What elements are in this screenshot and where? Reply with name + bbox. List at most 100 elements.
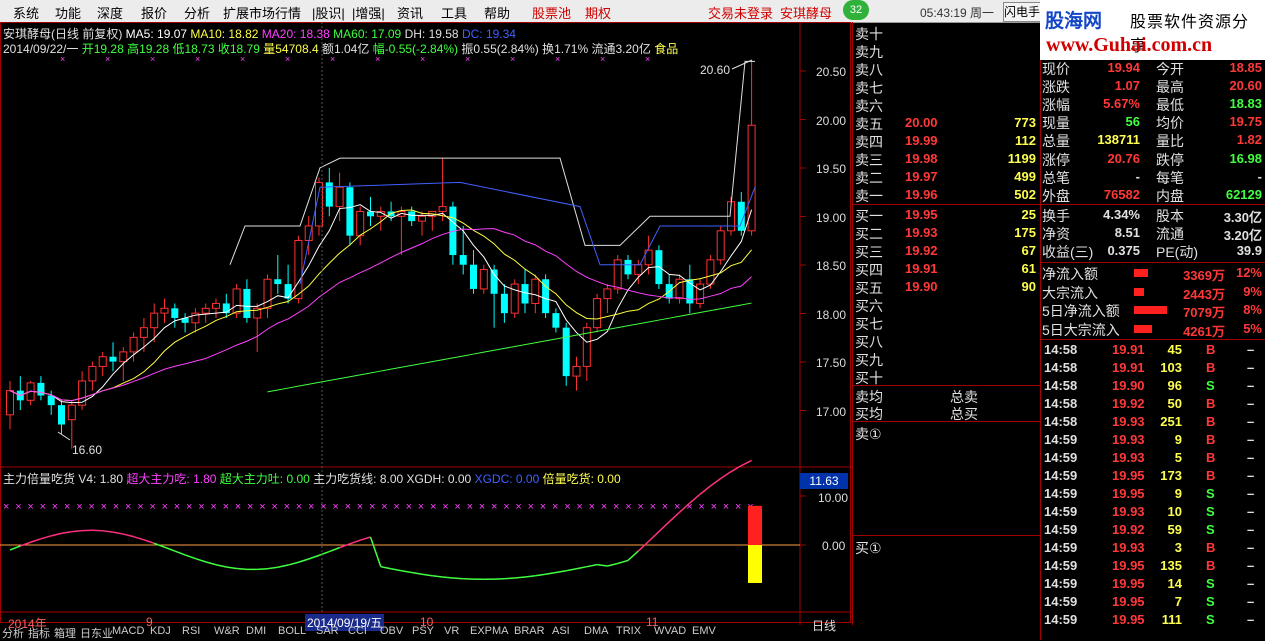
orderbook-level: 卖四	[855, 132, 883, 152]
bottom-tab[interactable]: DMA	[584, 625, 608, 639]
orderbook-row[interactable]: 买八	[855, 332, 1040, 350]
orderbook-row[interactable]: 卖五20.00773	[855, 114, 1040, 132]
stat-row: 收益(三)0.375PE(动)39.9	[1042, 242, 1265, 260]
menu-item-7[interactable]: |增强|	[352, 3, 385, 22]
stats-separator	[1040, 262, 1265, 263]
bottom-tab[interactable]: VR	[444, 625, 459, 639]
stat-row: 现价19.94今开18.85	[1042, 59, 1265, 77]
main-eat-marker: ×	[454, 501, 460, 513]
bottom-tab[interactable]: SAR	[316, 625, 339, 639]
menu-item-1[interactable]: 功能	[55, 3, 81, 22]
tick-side: B	[1206, 360, 1215, 375]
oscillator-line	[216, 565, 226, 567]
stat-label: 股本	[1156, 206, 1184, 226]
oscillator-line	[237, 569, 247, 570]
orderbook-row[interactable]: 卖二19.97499	[855, 168, 1040, 186]
flow-bar	[1134, 269, 1148, 277]
tick-row: 14:5919.95111S–	[1042, 611, 1265, 629]
tick-time: 14:59	[1044, 594, 1077, 609]
tick-dash: –	[1247, 378, 1254, 393]
candle-body	[357, 211, 364, 235]
menu-item-6[interactable]: |股识|	[312, 3, 345, 22]
bottom-tab[interactable]: OBV	[380, 625, 403, 639]
bottom-tab[interactable]: DMI	[246, 625, 266, 639]
menu-item-9[interactable]: 工具	[441, 3, 467, 22]
orderbook-row[interactable]: 买三19.9267	[855, 242, 1040, 260]
orderbook-row[interactable]: 卖七	[855, 78, 1040, 96]
candle-body	[604, 289, 611, 299]
orderbook-row[interactable]: 买二19.93175	[855, 224, 1040, 242]
menu-item-2[interactable]: 深度	[97, 3, 123, 22]
ohlc-turnover: 换1.71%	[542, 42, 588, 56]
menu-item-3[interactable]: 报价	[141, 3, 167, 22]
stat-label: 涨幅	[1042, 95, 1070, 115]
stat-row: 涨幅5.67%最低18.83	[1042, 95, 1265, 113]
orderbook-row[interactable]: 卖十	[855, 24, 1040, 42]
menu-item-4[interactable]: 分析	[184, 3, 210, 22]
ma5-line	[10, 205, 752, 403]
bottom-tab[interactable]: WVAD	[654, 625, 686, 639]
period-label[interactable]: 日线	[812, 617, 836, 634]
tick-price: 19.95	[1112, 612, 1145, 627]
menu-item-0[interactable]: 系统	[13, 3, 39, 22]
bottom-tab[interactable]: BOLL	[278, 625, 306, 639]
tick-side: S	[1206, 522, 1215, 537]
stat-value: 1.07	[1115, 78, 1140, 93]
bottom-tab[interactable]: PSY	[412, 625, 434, 639]
menu-highlight-1[interactable]: 期权	[585, 3, 611, 22]
orderbook-row[interactable]: 卖六	[855, 96, 1040, 114]
orderbook-row[interactable]: 买六	[855, 296, 1040, 314]
orderbook-row[interactable]: 买一19.9525	[855, 206, 1040, 224]
bottom-tab[interactable]: 箱理	[54, 625, 76, 639]
bottom-tab[interactable]: ASI	[552, 625, 570, 639]
orderbook-row[interactable]: 买四19.9161	[855, 260, 1040, 278]
orderbook-row[interactable]: 买十	[855, 368, 1040, 386]
bottom-tab[interactable]: W&R	[214, 625, 240, 639]
menu-item-10[interactable]: 帮助	[484, 3, 510, 22]
menu-stock-name[interactable]: 安琪酵母	[780, 3, 832, 22]
oscillator-line	[515, 577, 525, 578]
bottom-tab[interactable]: 指标	[28, 625, 50, 639]
bottom-tab[interactable]: EXPMA	[470, 625, 509, 639]
login-status[interactable]: 交易未登录	[708, 3, 773, 22]
kline-chart[interactable]: ××××××××××××××××××××××××××××××××××××××××…	[0, 22, 852, 625]
tick-time: 14:59	[1044, 522, 1077, 537]
orderbook-price: 19.98	[905, 151, 938, 166]
orderbook-row[interactable]: 卖四19.99112	[855, 132, 1040, 150]
main-eat-marker: ×	[3, 501, 9, 513]
bottom-tab[interactable]: EMV	[692, 625, 716, 639]
orderbook-row[interactable]: 买五19.9090	[855, 278, 1040, 296]
orderbook-row[interactable]: 买七	[855, 314, 1040, 332]
sell-queue-label[interactable]: 卖①	[855, 424, 882, 444]
tick-time: 14:59	[1044, 468, 1077, 483]
bottom-tab[interactable]: RSI	[182, 625, 200, 639]
bottom-tab[interactable]: 分析	[2, 625, 24, 639]
orderbook-row[interactable]: 卖一19.96502	[855, 186, 1040, 204]
bottom-tab[interactable]: 日东业	[80, 625, 113, 639]
menu-item-5[interactable]: 扩展市场行情	[223, 3, 301, 22]
stat-label: 现量	[1042, 113, 1070, 133]
flash-trade-button[interactable]: 闪电手	[1003, 2, 1041, 22]
orderbook-row[interactable]: 卖三19.981199	[855, 150, 1040, 168]
bottom-tab[interactable]: BRAR	[514, 625, 545, 639]
bottom-tab[interactable]: CCI	[348, 625, 367, 639]
orderbook-row[interactable]: 买九	[855, 350, 1040, 368]
tick-side: B	[1206, 450, 1215, 465]
ma-legend-item: MA20: 18.38	[262, 27, 333, 41]
stat-label: 涨停	[1042, 150, 1070, 170]
bottom-tab[interactable]: MACD	[112, 625, 144, 639]
main-eat-marker: ×	[15, 501, 21, 513]
bottom-tab[interactable]: KDJ	[150, 625, 171, 639]
tick-side: B	[1206, 558, 1215, 573]
menu-item-8[interactable]: 资讯	[397, 3, 423, 22]
ma-legend-item: MA60: 17.09	[333, 27, 404, 41]
orderbook-row[interactable]: 卖九	[855, 42, 1040, 60]
notification-badge[interactable]: 32	[843, 0, 869, 20]
orderbook-row[interactable]: 卖八	[855, 60, 1040, 78]
orderbook-level: 买九	[855, 350, 883, 370]
menu-highlight-0[interactable]: 股票池	[532, 3, 571, 22]
oscillator-line	[41, 536, 51, 539]
buy-queue-label[interactable]: 买①	[855, 538, 882, 558]
tick-price: 19.95	[1112, 594, 1145, 609]
bottom-tab[interactable]: TRIX	[616, 625, 641, 639]
